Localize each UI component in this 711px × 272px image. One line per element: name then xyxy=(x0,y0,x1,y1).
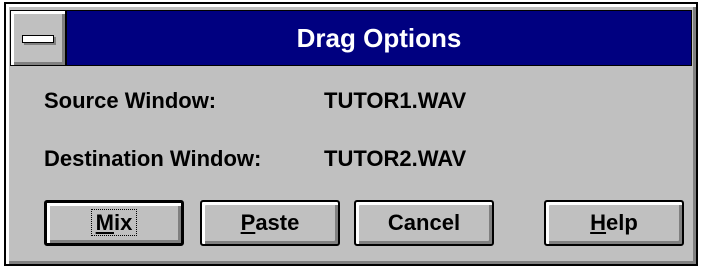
paste-button-label: aste xyxy=(255,210,300,235)
drag-options-dialog: Drag Options Source Window: TUTOR1.WAV D… xyxy=(4,2,698,266)
mix-button[interactable]: Mix xyxy=(44,200,184,246)
destination-window-label: Destination Window: xyxy=(44,146,262,171)
title-bar[interactable]: Drag Options xyxy=(10,10,692,66)
dialog-title: Drag Options xyxy=(296,23,462,53)
source-window-value: TUTOR1.WAV xyxy=(324,88,467,113)
mix-button-label: ix xyxy=(113,210,133,235)
destination-window-value: TUTOR2.WAV xyxy=(324,146,467,171)
paste-button[interactable]: Paste xyxy=(200,200,340,246)
paste-button-mnemonic: P xyxy=(240,210,256,235)
system-menu-icon xyxy=(22,35,54,43)
help-button-mnemonic: H xyxy=(590,210,607,235)
system-menu-button[interactable] xyxy=(11,11,67,65)
mix-button-mnemonic: M xyxy=(95,210,114,235)
help-button[interactable]: Help xyxy=(544,200,684,246)
source-window-label: Source Window: xyxy=(44,88,217,113)
cancel-button[interactable]: Cancel xyxy=(354,200,494,246)
mix-button-focus-ring: Mix xyxy=(90,209,138,236)
cancel-button-label: Cancel xyxy=(387,210,461,235)
help-button-label: elp xyxy=(606,210,638,235)
